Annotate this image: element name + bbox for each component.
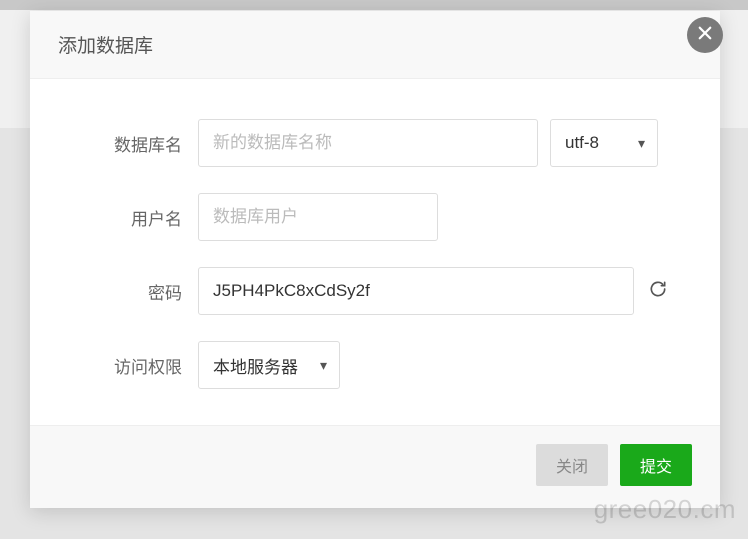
dialog-header: 添加数据库 <box>30 11 720 79</box>
cancel-button[interactable]: 关闭 <box>536 444 608 486</box>
close-icon <box>696 24 714 47</box>
access-select[interactable]: 本地服务器 <box>198 341 340 389</box>
row-database-name: 数据库名 utf-8 <box>60 119 690 167</box>
window-top-bar <box>0 0 748 10</box>
database-name-input[interactable] <box>198 119 538 167</box>
controls-database-name: utf-8 <box>198 119 690 167</box>
label-access: 访问权限 <box>60 353 198 378</box>
encoding-select[interactable]: utf-8 <box>550 119 658 167</box>
password-input[interactable] <box>198 267 634 315</box>
row-access: 访问权限 本地服务器 <box>60 341 690 389</box>
label-database-name: 数据库名 <box>60 131 198 156</box>
encoding-selected-value: utf-8 <box>565 133 599 153</box>
refresh-icon <box>648 279 668 304</box>
label-username: 用户名 <box>60 205 198 230</box>
dialog-footer: 关闭 提交 <box>30 425 720 508</box>
dialog-title: 添加数据库 <box>58 31 692 58</box>
add-database-dialog: 添加数据库 数据库名 utf-8 用户名 密码 <box>30 11 720 508</box>
close-button[interactable] <box>687 17 723 53</box>
access-selected-value: 本地服务器 <box>213 353 298 378</box>
submit-button[interactable]: 提交 <box>620 444 692 486</box>
controls-password <box>198 267 690 315</box>
dialog-body: 数据库名 utf-8 用户名 密码 <box>30 79 720 425</box>
label-password: 密码 <box>60 279 198 304</box>
controls-username <box>198 193 690 241</box>
controls-access: 本地服务器 <box>198 341 690 389</box>
regenerate-password-button[interactable] <box>646 279 670 303</box>
row-username: 用户名 <box>60 193 690 241</box>
username-input[interactable] <box>198 193 438 241</box>
row-password: 密码 <box>60 267 690 315</box>
